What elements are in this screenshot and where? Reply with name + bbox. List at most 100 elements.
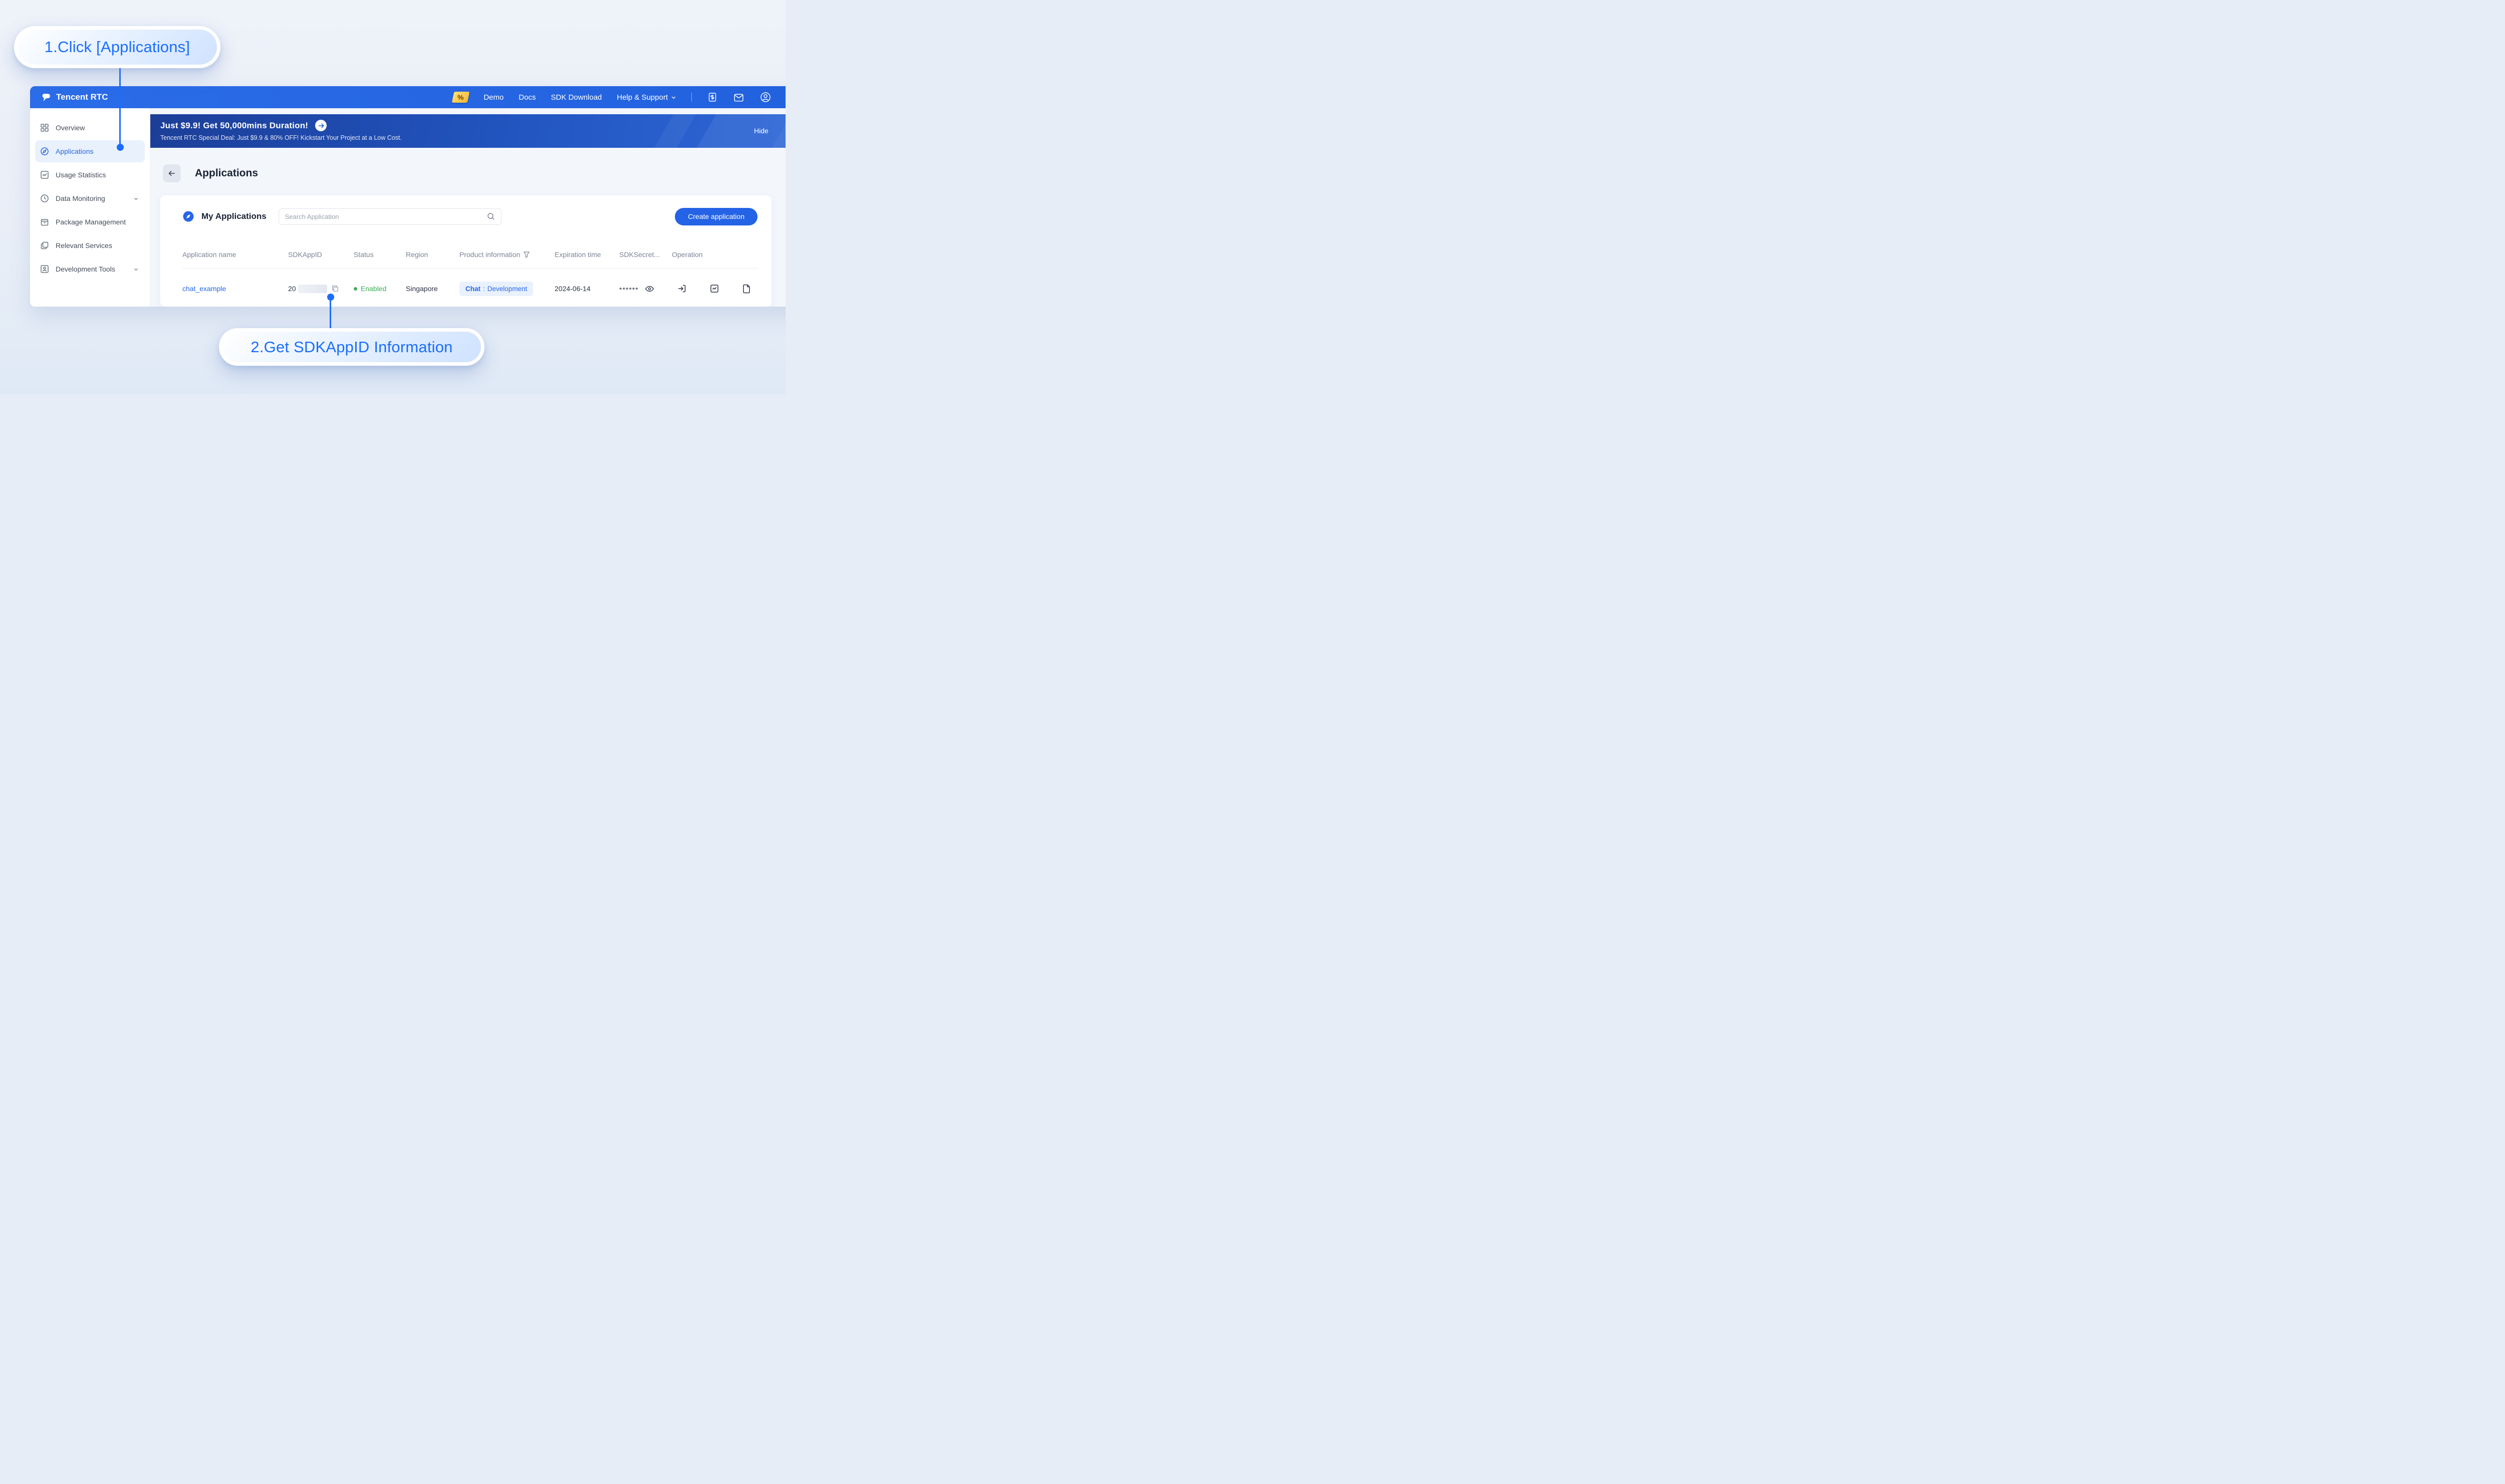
document-icon[interactable] — [742, 284, 751, 294]
col-product-information-label: Product information — [459, 251, 521, 259]
sidebar-item-label: Relevant Services — [56, 241, 112, 250]
topnav-divider — [691, 93, 692, 102]
status-dot — [354, 287, 357, 291]
sidebar-item-label: Applications — [56, 147, 94, 155]
sidebar: Overview Applications Usage Statistics D… — [30, 108, 150, 307]
sidebar-item-development-tools[interactable]: Development Tools — [35, 258, 145, 280]
callout-step1: 1.Click [Applications] — [14, 26, 220, 68]
connector-line-2 — [327, 294, 334, 329]
grid-icon — [40, 123, 49, 132]
eye-icon[interactable] — [645, 284, 654, 294]
brand[interactable]: Tencent RTC — [41, 92, 108, 103]
table-header: Application name SDKAppID Status Region … — [182, 251, 758, 269]
enter-application-icon[interactable] — [677, 284, 687, 294]
developer-icon — [40, 265, 49, 274]
mail-icon[interactable] — [733, 92, 744, 103]
status-text: Enabled — [361, 285, 387, 293]
secret-mask-text: ****** — [619, 286, 639, 294]
create-application-button[interactable]: Create application — [675, 207, 758, 225]
topnav-right: % Demo Docs SDK Download Help & Support — [452, 91, 772, 103]
sidebar-item-applications[interactable]: Applications — [35, 140, 145, 162]
col-region: Region — [406, 251, 428, 259]
connector-dot-1 — [116, 144, 124, 151]
product-separator: : — [483, 285, 485, 293]
chart-icon — [40, 170, 49, 179]
nav-item-demo[interactable]: Demo — [483, 93, 504, 102]
banner-title: Just $9.9! Get 50,000mins Duration! — [160, 120, 309, 130]
col-sdkappid: SDKAppID — [288, 251, 322, 259]
brand-title: Tencent RTC — [56, 92, 108, 102]
console-window: Tencent RTC % Demo Docs SDK Download Hel… — [30, 86, 786, 307]
status-cell: Enabled — [354, 285, 406, 293]
sidebar-item-package-management[interactable]: Package Management — [35, 211, 145, 233]
product-env: Development — [487, 285, 528, 293]
package-icon — [40, 217, 49, 226]
nav-item-docs[interactable]: Docs — [519, 93, 536, 102]
sidebar-item-data-monitoring[interactable]: Data Monitoring — [35, 187, 145, 209]
chevron-down-icon — [133, 196, 139, 201]
col-expiration-time: Expiration time — [555, 251, 601, 259]
search-input[interactable] — [285, 212, 487, 220]
main-content: Just $9.9! Get 50,000mins Duration! Tenc… — [150, 108, 786, 307]
col-operation: Operation — [672, 251, 703, 259]
sdkappid-masked — [298, 284, 327, 293]
coupon-icon[interactable]: % — [452, 92, 470, 103]
page-title: Applications — [195, 167, 259, 179]
monitor-gauge-icon — [40, 194, 49, 203]
nav-item-label: Demo — [483, 93, 504, 102]
sidebar-item-label: Package Management — [56, 218, 126, 226]
col-product-information: Product information — [459, 251, 555, 259]
banner-hide-button[interactable]: Hide — [754, 127, 769, 135]
nav-item-label: Help & Support — [617, 93, 668, 102]
callout-step2: 2.Get SDKAppID Information — [219, 328, 484, 366]
search-box — [278, 208, 502, 225]
product-cell: Chat : Development — [459, 281, 555, 296]
back-button[interactable] — [163, 164, 181, 182]
banner-arrow-button[interactable] — [315, 120, 327, 131]
sidebar-item-label: Development Tools — [56, 265, 115, 273]
nav-item-label: Docs — [519, 93, 536, 102]
operation-cell — [672, 284, 758, 294]
sdksecret-cell: ****** — [619, 284, 672, 294]
sidebar-item-label: Data Monitoring — [56, 194, 105, 202]
compass-icon — [40, 147, 49, 156]
copy-icon[interactable] — [331, 285, 339, 293]
col-application-name: Application name — [182, 251, 236, 259]
page-background: 1.Click [Applications] Tencent RTC % Dem… — [0, 0, 786, 394]
sidebar-item-relevant-services[interactable]: Relevant Services — [35, 234, 145, 257]
sidebar-item-label: Usage Statistics — [56, 171, 106, 179]
nav-item-sdk-download[interactable]: SDK Download — [551, 93, 602, 102]
expiration-cell: 2024-06-14 — [555, 285, 591, 293]
callout-step2-text: 2.Get SDKAppID Information — [250, 338, 453, 356]
my-applications-icon — [182, 210, 194, 222]
application-name-link[interactable]: chat_example — [182, 285, 288, 293]
sidebar-item-usage-statistics[interactable]: Usage Statistics — [35, 164, 145, 186]
account-icon[interactable] — [760, 91, 772, 103]
product-badge: Chat : Development — [459, 281, 534, 296]
sidebar-item-overview[interactable]: Overview — [35, 117, 145, 139]
col-status: Status — [354, 251, 374, 259]
region-cell: Singapore — [406, 285, 438, 293]
my-applications-card: My Applications Create application Appli… — [160, 195, 772, 307]
search-icon — [487, 212, 495, 220]
nav-item-help-support[interactable]: Help & Support — [617, 93, 676, 102]
card-title: My Applications — [201, 211, 267, 221]
monitoring-chart-icon[interactable] — [709, 284, 719, 294]
tencent-rtc-logo-icon — [41, 92, 52, 103]
filter-funnel-icon[interactable] — [523, 251, 530, 258]
window-body: Overview Applications Usage Statistics D… — [30, 108, 786, 307]
layers-icon — [40, 241, 49, 250]
banner-subtitle: Tencent RTC Special Deal: Just $9.9 & 80… — [160, 134, 402, 141]
topbar: Tencent RTC % Demo Docs SDK Download Hel… — [30, 86, 786, 108]
page-head: Applications — [163, 164, 786, 182]
chevron-down-icon — [671, 95, 676, 100]
sidebar-item-label: Overview — [56, 124, 85, 132]
chevron-down-icon — [133, 267, 139, 272]
sdkappid-prefix: 20 — [288, 285, 296, 293]
promo-banner: Just $9.9! Get 50,000mins Duration! Tenc… — [150, 114, 786, 148]
coupon-percent-label: % — [457, 93, 464, 101]
nav-item-label: SDK Download — [551, 93, 602, 102]
card-top: My Applications Create application — [182, 207, 758, 225]
billing-icon[interactable] — [707, 92, 718, 103]
col-sdksecret: SDKSecret... — [619, 251, 660, 259]
